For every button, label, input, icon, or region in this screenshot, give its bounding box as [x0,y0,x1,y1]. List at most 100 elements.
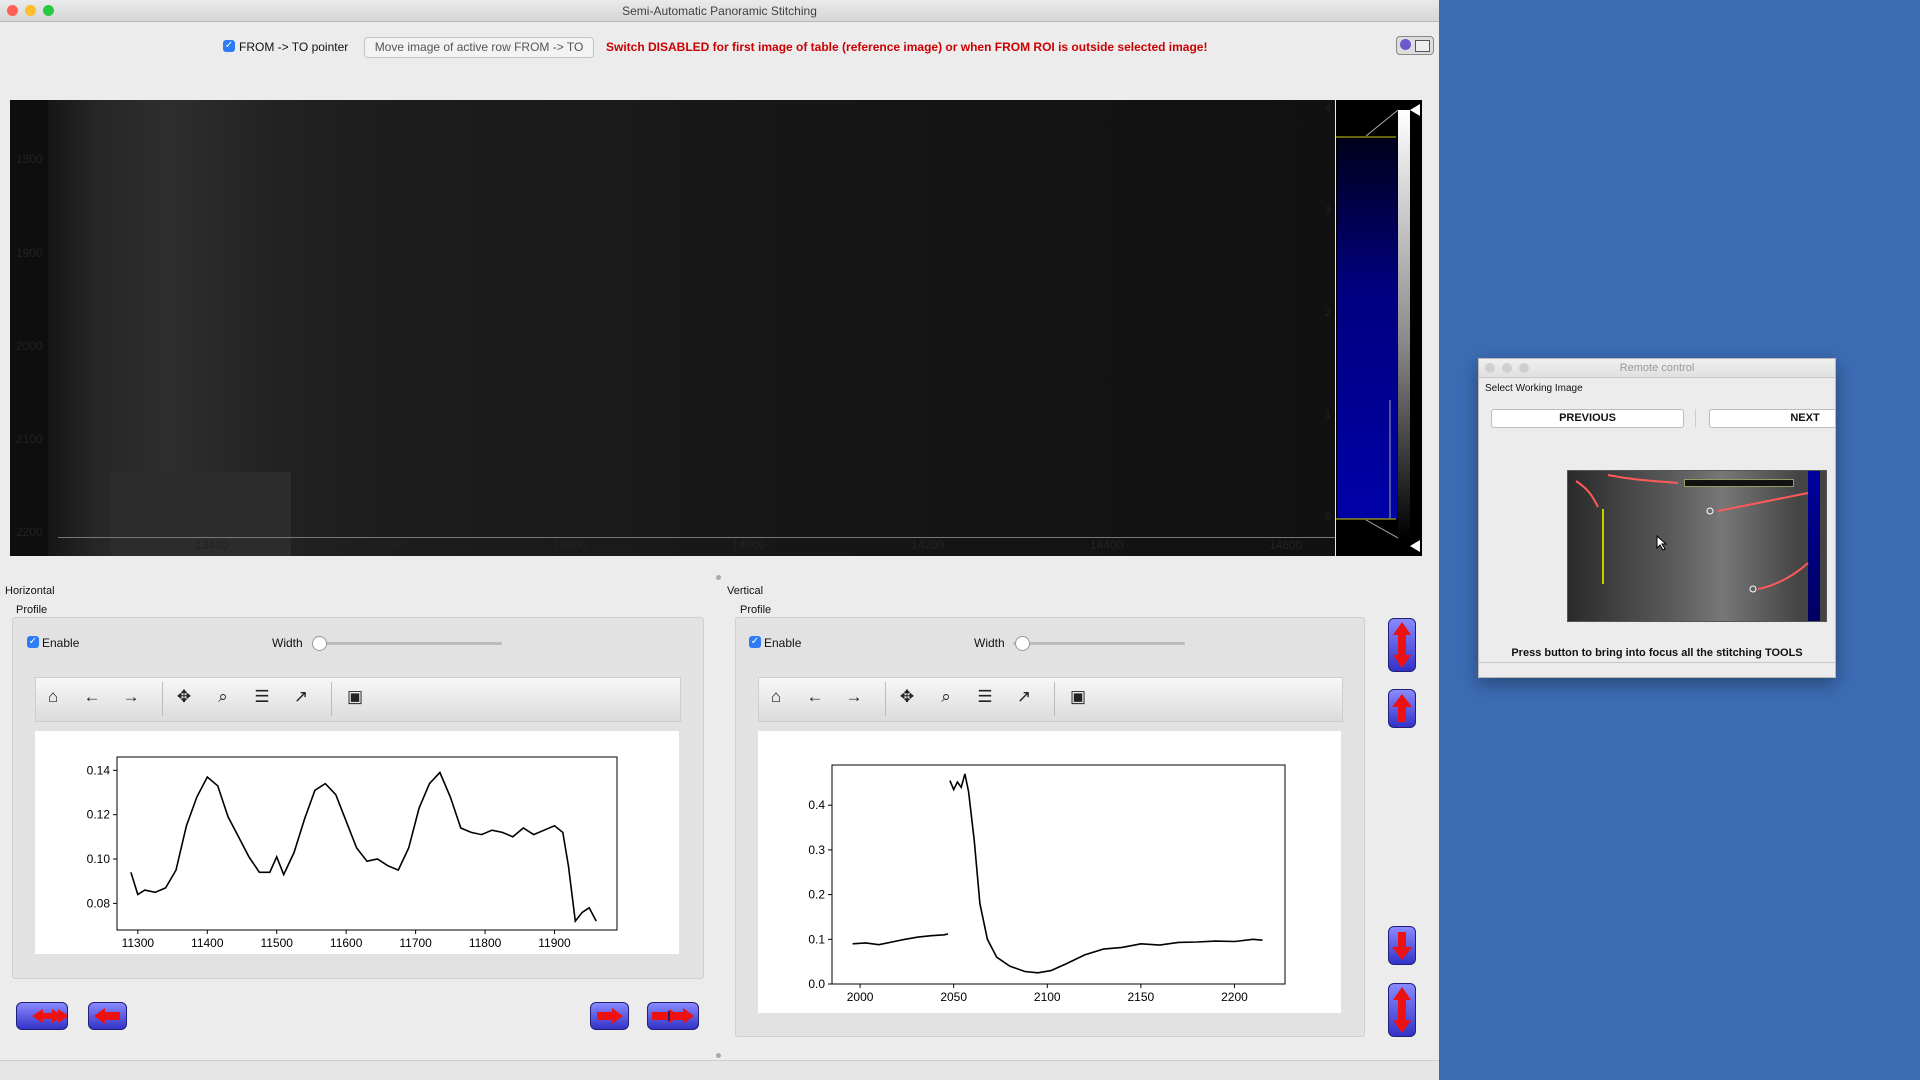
image-x-axis-line [58,537,1335,538]
remote-title: Remote control [1619,362,1695,374]
first-image-button[interactable] [16,1002,68,1030]
x-tick-label: 11400 [191,936,224,950]
remote-divider [1479,662,1835,663]
horizontal-profile-chart[interactable]: 11300 11400 11500 11600 11700 11800 11900 0.08 0… [35,731,679,954]
bottom-splitter-handle[interactable] [716,1053,721,1058]
y-tick-label: 0.0 [808,977,825,991]
move-image-button[interactable]: Move image of active row FROM -> TO [364,37,594,58]
down-arrow-icon [1392,932,1412,960]
x-tick-label: 2100 [1034,990,1061,1004]
plot-frame [116,756,618,931]
toolbar-separator [885,682,886,716]
move-up-double-button[interactable] [1388,618,1416,672]
x-tick-label: 2000 [847,990,874,1004]
colorbar-handles-icon [1336,104,1420,552]
image-x-tick-label: 14400 [1090,538,1124,552]
colorbar-panel[interactable] [1336,100,1422,556]
pan-icon[interactable]: ✥ [171,684,197,710]
y-tick-label: 0.10 [87,852,111,866]
zoom-icon[interactable]: ⌕ [933,684,959,710]
image-x-tick-label: 14000 [732,538,766,552]
vertical-profile-chart[interactable]: 2000 2050 2100 2150 2200 0.0 0.1 0.2 0.3 0.4 [758,731,1341,1013]
colorbar-tick-label: 1 [1325,409,1332,421]
home-icon[interactable]: ⌂ [763,684,789,710]
move-down-double-button[interactable] [1388,983,1416,1037]
y-tick-label: 0.1 [808,932,825,946]
splitter-handle[interactable] [716,575,721,580]
horizontal-enable-checkbox[interactable]: ✓ [27,636,39,648]
save-icon[interactable]: ▣ [1065,684,1091,710]
toolbar-separator [331,682,332,716]
mouse-cursor-icon [1656,535,1668,551]
last-image-button[interactable] [647,1002,699,1030]
horizontal-group-label: Horizontal [5,585,55,597]
y-tick-label: 0.4 [808,798,825,812]
next-image-button[interactable] [590,1002,629,1030]
configure-icon[interactable]: ☰ [249,684,275,710]
save-icon[interactable]: ▣ [342,684,368,710]
move-up-button[interactable] [1388,689,1416,728]
pan-icon[interactable]: ✥ [894,684,920,710]
main-titlebar: Semi-Automatic Panoramic Stitching [0,0,1439,22]
colorbar-tick-label: 4 [1325,103,1332,115]
colorbar-tick-label: 2 [1325,307,1332,319]
x-tick-label: 11500 [260,936,293,950]
x-tick-label: 11600 [330,936,363,950]
double-down-arrow-icon [1393,987,1411,1033]
back-arrow-icon[interactable]: ← [802,684,828,710]
next-button[interactable]: NEXT [1709,409,1835,428]
vertical-width-slider[interactable] [1013,636,1185,651]
move-down-button[interactable] [1388,926,1416,965]
y-tick-label: 0.2 [808,888,825,902]
image-y-tick-label: 2200 [16,525,43,539]
switch-warning-text: Switch DISABLED for first image of table… [606,40,1208,54]
vertical-enable-checkbox[interactable]: ✓ [749,636,761,648]
toolbar-separator [162,682,163,716]
vertical-enable-label: Enable [764,636,802,650]
profile-line-0 [130,771,597,924]
y-tick-label: 0.3 [808,843,825,857]
toggle-switch[interactable] [1396,36,1434,55]
horizontal-width-slider[interactable] [312,636,502,651]
from-to-checkbox[interactable]: ✓ [223,40,235,52]
previous-button[interactable]: PREVIOUS [1491,409,1684,428]
home-icon[interactable]: ⌂ [40,684,66,710]
configure-icon[interactable]: ☰ [972,684,998,710]
x-tick-label: 11300 [122,936,155,950]
main-window: Semi-Automatic Panoramic Stitching ✓ FRO… [0,0,1439,1080]
edit-axis-icon[interactable]: ↗ [288,684,314,710]
status-bar [0,1060,1439,1080]
image-x-tick-label: 13400 [195,538,229,552]
image-x-tick-label: 13600 [374,538,408,552]
double-up-arrow-icon [1393,622,1411,668]
horizontal-width-slider-thumb[interactable] [312,636,327,651]
image-x-tick-label: 13800 [553,538,587,552]
y-tick-label: 0.12 [87,808,111,822]
stitching-tools-thumbnail[interactable] [1567,470,1827,622]
x-tick-label: 11700 [399,936,432,950]
colorbar-tick-label: 0 [1325,511,1332,523]
forward-arrow-icon[interactable]: → [118,684,144,710]
colorbar-tick-label: 3 [1325,205,1332,217]
y-tick-label: 0.14 [87,763,111,777]
horizontal-profile-label: Profile [16,604,48,616]
previous-image-button[interactable] [88,1002,127,1030]
vertical-width-slider-thumb[interactable] [1015,636,1030,651]
horizontal-enable-label: Enable [42,636,80,650]
image-x-tick-label: 14200 [911,538,945,552]
image-view-canvas[interactable] [10,100,1335,556]
zoom-icon[interactable]: ⌕ [210,684,236,710]
window-title: Semi-Automatic Panoramic Stitching [622,4,817,18]
x-tick-label: 2050 [940,990,967,1004]
right-arrow-icon [597,1008,623,1024]
remote-control-window: Remote control Select Working Image PREV… [1478,358,1836,678]
back-arrow-icon[interactable]: ← [79,684,105,710]
horizontal-profile-chart-area: 11300 11400 11500 11600 11700 11800 11900 0.08 0… [35,731,679,954]
vertical-profile-label: Profile [740,604,772,616]
x-tick-label: 11900 [538,936,571,950]
forward-arrow-icon[interactable]: → [841,684,867,710]
profile-line-0 [852,933,949,946]
vertical-profile-chart-area: 2000 2050 2100 2150 2200 0.0 0.1 0.2 0.3 0.4 [758,731,1341,1013]
edit-axis-icon[interactable]: ↗ [1011,684,1037,710]
horizontal-width-label: Width [272,636,303,650]
